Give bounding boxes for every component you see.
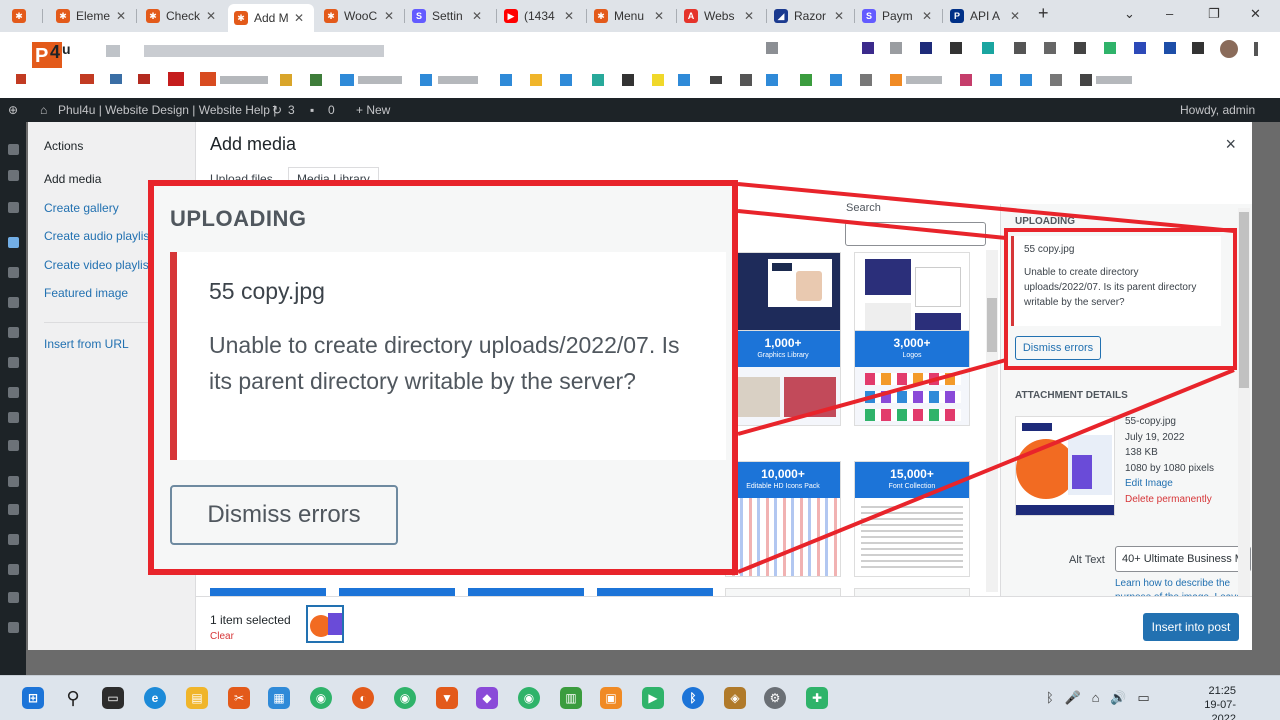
clock-date: 19-07-2022 xyxy=(1204,699,1236,720)
uploading-heading: UPLOADING xyxy=(170,206,307,231)
windows-taskbar: ⊞ ⚲ ▭ e ▤ ✂ ▦ ◉ ◐ ◉ ▼ ◆ ◉ ▥ ▣ ▶ ᛒ ◈ ⚙ ✚ … xyxy=(0,675,1280,720)
edge-icon[interactable]: e xyxy=(144,687,166,709)
firefox-icon[interactable]: ◐ xyxy=(352,687,374,709)
dismiss-errors-button[interactable]: Dismiss errors xyxy=(170,485,398,545)
settings-icon[interactable]: ⚙ xyxy=(764,687,786,709)
bluetooth-icon[interactable]: ᛒ xyxy=(682,687,704,709)
error-message: Unable to create directory uploads/2022/… xyxy=(209,332,680,394)
app-icon[interactable]: ✚ xyxy=(806,687,828,709)
upload-error-notice: 55 copy.jpg Unable to create directory u… xyxy=(170,252,726,460)
search-icon[interactable]: ⚲ xyxy=(62,687,84,709)
task-view-icon[interactable]: ▭ xyxy=(102,687,124,709)
system-tray[interactable]: ᛒ 🎤 ⌂ 🔊 ▭ xyxy=(1046,690,1150,706)
file-explorer-icon[interactable]: ▤ xyxy=(186,687,208,709)
highlight-box xyxy=(1004,228,1237,370)
zoom-callout: UPLOADING 55 copy.jpg Unable to create d… xyxy=(148,180,738,575)
clock-time: 21:25 xyxy=(1208,685,1236,697)
app-icon[interactable]: ◈ xyxy=(724,687,746,709)
chrome-icon[interactable]: ◉ xyxy=(394,687,416,709)
chrome-icon[interactable]: ◉ xyxy=(518,687,540,709)
photos-icon[interactable]: ▦ xyxy=(268,687,290,709)
snipping-icon[interactable]: ✂ xyxy=(228,687,250,709)
error-filename: 55 copy.jpg xyxy=(209,278,325,304)
screen: ✱ ✱ Eleme ✕ ✱ Check ✕ ✱ Add M ✕ ✱ WooC ✕… xyxy=(0,0,1280,720)
app-icon[interactable]: ▥ xyxy=(560,687,582,709)
meet-icon[interactable]: ▶ xyxy=(642,687,664,709)
app-icon[interactable]: ◆ xyxy=(476,687,498,709)
chrome-icon[interactable]: ◉ xyxy=(310,687,332,709)
windows-start-icon[interactable]: ⊞ xyxy=(22,687,44,709)
brave-icon[interactable]: ▼ xyxy=(436,687,458,709)
clock[interactable]: 21:25 19-07-2022 xyxy=(1200,684,1236,720)
app-icon[interactable]: ▣ xyxy=(600,687,622,709)
